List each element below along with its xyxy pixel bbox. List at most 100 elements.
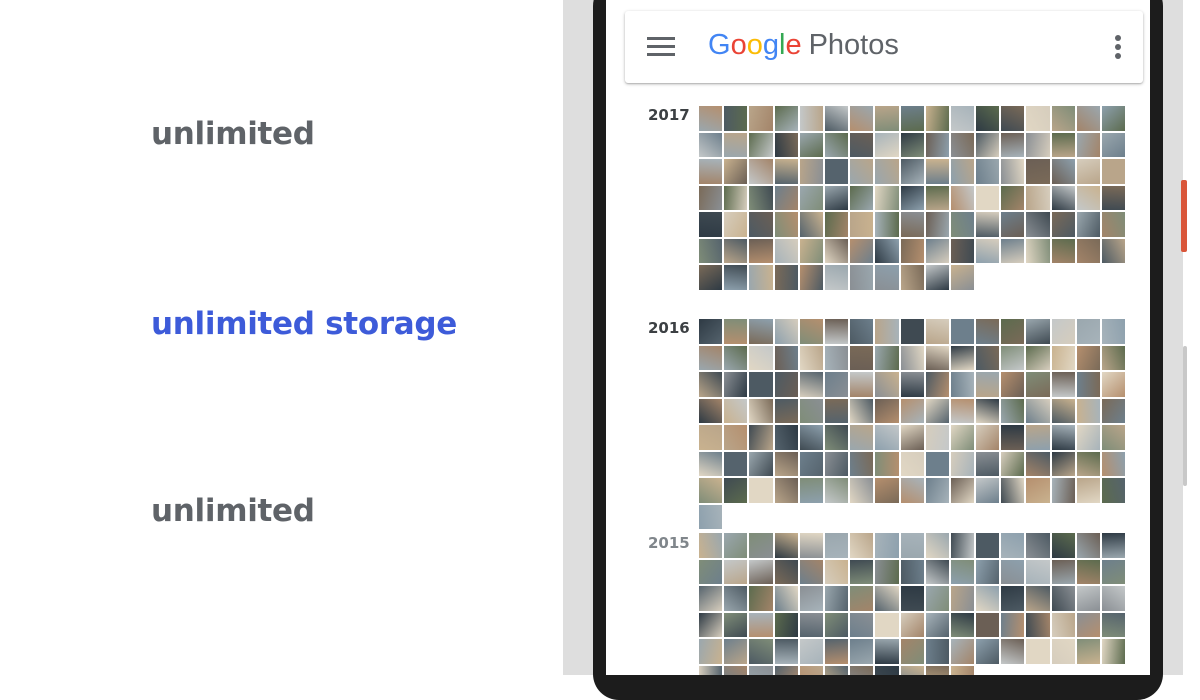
photo-thumbnail[interactable] <box>773 264 799 291</box>
photo-thumbnail[interactable] <box>1075 344 1101 371</box>
photo-thumbnail[interactable] <box>1075 397 1101 424</box>
photo-thumbnail[interactable] <box>975 158 1001 185</box>
photo-thumbnail[interactable] <box>924 371 950 398</box>
photo-thumbnail[interactable] <box>1000 585 1026 612</box>
photo-thumbnail[interactable] <box>823 318 850 345</box>
photo-thumbnail[interactable] <box>798 318 824 345</box>
photo-thumbnail[interactable] <box>723 131 749 158</box>
photo-thumbnail[interactable] <box>1101 397 1127 424</box>
photo-thumbnail[interactable] <box>1101 424 1127 451</box>
photo-thumbnail[interactable] <box>949 344 976 371</box>
photo-thumbnail[interactable] <box>698 237 724 264</box>
photo-thumbnail[interactable] <box>1075 237 1101 264</box>
photo-thumbnail[interactable] <box>1075 158 1101 185</box>
photo-thumbnail[interactable] <box>723 237 749 264</box>
photo-thumbnail[interactable] <box>975 424 1001 451</box>
photo-thumbnail[interactable] <box>1025 184 1051 211</box>
photo-thumbnail[interactable] <box>698 105 724 132</box>
photo-thumbnail[interactable] <box>874 211 900 238</box>
photo-thumbnail[interactable] <box>949 638 976 665</box>
photo-thumbnail[interactable] <box>1050 371 1076 398</box>
photo-thumbnail[interactable] <box>773 450 799 477</box>
photo-thumbnail[interactable] <box>798 638 824 665</box>
photo-thumbnail[interactable] <box>698 503 724 530</box>
photo-thumbnail[interactable] <box>899 611 925 638</box>
photo-thumbnail[interactable] <box>1050 611 1076 638</box>
photo-thumbnail[interactable] <box>748 211 774 238</box>
photo-thumbnail[interactable] <box>899 585 925 612</box>
photo-thumbnail[interactable] <box>748 397 774 424</box>
photo-thumbnail[interactable] <box>874 477 900 504</box>
photo-thumbnail[interactable] <box>975 371 1001 398</box>
photo-thumbnail[interactable] <box>1075 318 1101 345</box>
photo-thumbnail[interactable] <box>748 344 774 371</box>
photo-thumbnail[interactable] <box>1050 397 1076 424</box>
photo-thumbnail[interactable] <box>798 611 824 638</box>
photo-thumbnail[interactable] <box>1101 558 1127 585</box>
photo-thumbnail[interactable] <box>1050 450 1076 477</box>
photo-thumbnail[interactable] <box>748 237 774 264</box>
photo-thumbnail[interactable] <box>798 664 824 675</box>
photo-thumbnail[interactable] <box>949 424 976 451</box>
photo-thumbnail[interactable] <box>1025 558 1051 585</box>
photo-thumbnail[interactable] <box>899 264 925 291</box>
photo-thumbnail[interactable] <box>1000 611 1026 638</box>
photo-thumbnail[interactable] <box>874 131 900 158</box>
photo-thumbnail[interactable] <box>975 131 1001 158</box>
photo-thumbnail[interactable] <box>1025 211 1051 238</box>
photo-thumbnail[interactable] <box>773 558 799 585</box>
photo-thumbnail[interactable] <box>899 532 925 559</box>
photo-thumbnail[interactable] <box>723 585 749 612</box>
photo-thumbnail[interactable] <box>924 237 950 264</box>
photo-thumbnail[interactable] <box>798 424 824 451</box>
photo-thumbnail[interactable] <box>823 424 850 451</box>
photo-thumbnail[interactable] <box>723 318 749 345</box>
photo-thumbnail[interactable] <box>874 638 900 665</box>
photo-thumbnail[interactable] <box>798 371 824 398</box>
photo-thumbnail[interactable] <box>1025 532 1051 559</box>
photo-thumbnail[interactable] <box>1050 424 1076 451</box>
photo-thumbnail[interactable] <box>1101 477 1127 504</box>
photo-thumbnail[interactable] <box>874 264 900 291</box>
photo-thumbnail[interactable] <box>1025 371 1051 398</box>
photo-thumbnail[interactable] <box>823 237 850 264</box>
photo-thumbnail[interactable] <box>698 558 724 585</box>
photo-thumbnail[interactable] <box>849 131 875 158</box>
photo-thumbnail[interactable] <box>723 450 749 477</box>
photo-thumbnail[interactable] <box>924 424 950 451</box>
photo-thumbnail[interactable] <box>1000 158 1026 185</box>
photo-thumbnail[interactable] <box>1075 532 1101 559</box>
photo-thumbnail[interactable] <box>1050 638 1076 665</box>
photo-thumbnail[interactable] <box>773 477 799 504</box>
photo-thumbnail[interactable] <box>1025 611 1051 638</box>
photo-thumbnail[interactable] <box>723 105 749 132</box>
photo-thumbnail[interactable] <box>899 211 925 238</box>
photo-thumbnail[interactable] <box>798 532 824 559</box>
photo-thumbnail[interactable] <box>949 397 976 424</box>
photo-thumbnail[interactable] <box>1050 158 1076 185</box>
photo-thumbnail[interactable] <box>849 397 875 424</box>
photo-thumbnail[interactable] <box>949 450 976 477</box>
photo-thumbnail[interactable] <box>1050 532 1076 559</box>
photo-thumbnail[interactable] <box>748 318 774 345</box>
photo-thumbnail[interactable] <box>773 318 799 345</box>
photo-thumbnail[interactable] <box>924 131 950 158</box>
photo-thumbnail[interactable] <box>773 664 799 675</box>
photo-thumbnail[interactable] <box>1000 450 1026 477</box>
photo-thumbnail[interactable] <box>1050 131 1076 158</box>
photo-thumbnail[interactable] <box>874 664 900 675</box>
photo-thumbnail[interactable] <box>773 131 799 158</box>
photo-thumbnail[interactable] <box>723 558 749 585</box>
photo-thumbnail[interactable] <box>1000 184 1026 211</box>
photo-thumbnail[interactable] <box>823 450 850 477</box>
photo-thumbnail[interactable] <box>949 371 976 398</box>
photo-thumbnail[interactable] <box>874 184 900 211</box>
photo-thumbnail[interactable] <box>1075 585 1101 612</box>
photo-thumbnail[interactable] <box>698 184 724 211</box>
photo-thumbnail[interactable] <box>698 664 724 675</box>
photo-thumbnail[interactable] <box>949 477 976 504</box>
photo-thumbnail[interactable] <box>924 638 950 665</box>
photo-thumbnail[interactable] <box>849 211 875 238</box>
photo-thumbnail[interactable] <box>899 318 925 345</box>
photo-thumbnail[interactable] <box>1000 558 1026 585</box>
